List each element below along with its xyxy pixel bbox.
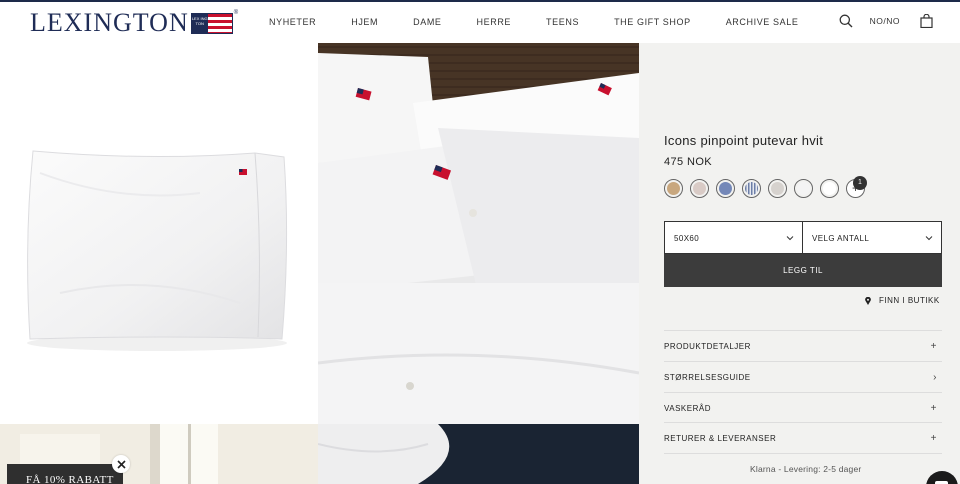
duvet-illustration: [318, 424, 639, 484]
close-icon: [116, 459, 126, 469]
size-select[interactable]: 50X60: [664, 221, 803, 254]
promo-close-button[interactable]: [112, 455, 130, 473]
nav-nyheter[interactable]: NYHETER: [269, 17, 316, 27]
swatch-pink[interactable]: [690, 179, 709, 198]
product-image-bed[interactable]: [318, 43, 639, 424]
logo[interactable]: LEXINGTON LEX ING TON ®: [30, 10, 238, 36]
plus-icon: +: [930, 341, 937, 352]
discount-promo-tab[interactable]: FÅ 10% RABATT: [7, 464, 123, 484]
swatch-striped[interactable]: [742, 179, 761, 198]
product-title: Icons pinpoint putevar hvit: [664, 133, 824, 148]
nav-herre[interactable]: HERRE: [477, 17, 512, 27]
chevron-right-icon: ›: [933, 372, 937, 383]
add-to-cart-button[interactable]: LEGG TIL: [664, 254, 942, 287]
delivery-info: Klarna - Levering: 2-5 dager: [750, 464, 862, 474]
logo-flag-icon: LEX ING TON: [190, 12, 233, 34]
swatch-beige[interactable]: [664, 179, 683, 198]
chevron-down-icon: [786, 236, 794, 241]
nav-dame[interactable]: DAME: [413, 17, 441, 27]
site-header: LEXINGTON LEX ING TON ® NYHETER HJEM DAM…: [0, 2, 960, 43]
quantity-select[interactable]: VELG ANTALL: [802, 221, 942, 254]
accordion-label: PRODUKTDETALJER: [664, 342, 751, 351]
find-in-store-link[interactable]: FINN I BUTIKK: [865, 296, 940, 305]
product-info-panel: Icons pinpoint putevar hvit 475 NOK + 50…: [639, 43, 960, 484]
swatch-light-grey[interactable]: [794, 179, 813, 198]
nav-gift-shop[interactable]: THE GIFT SHOP: [614, 17, 691, 27]
size-select-value: 50X60: [674, 234, 700, 243]
lifestyle-image-bottom-right[interactable]: [318, 424, 639, 484]
search-icon[interactable]: [839, 14, 853, 28]
quantity-select-value: VELG ANTALL: [812, 234, 870, 243]
bag-icon[interactable]: [920, 14, 933, 28]
registered-mark: ®: [233, 10, 239, 16]
nav-hjem[interactable]: HJEM: [351, 17, 378, 27]
logo-flag-text: LEX ING TON: [191, 13, 208, 33]
accordion-care[interactable]: VASKERÅD +: [664, 392, 942, 423]
more-swatches-badge: 1: [853, 176, 867, 190]
logo-flag-stripes: [207, 13, 232, 33]
swatch-white[interactable]: [820, 179, 839, 198]
accordion-product-details[interactable]: PRODUKTDETALJER +: [664, 330, 942, 361]
find-in-store-label: FINN I BUTIKK: [879, 296, 940, 305]
accordion-returns[interactable]: RETURER & LEVERANSER +: [664, 422, 942, 454]
bed-illustration: [318, 43, 639, 424]
chevron-down-icon: [925, 236, 933, 241]
swatch-blue[interactable]: [716, 179, 735, 198]
map-pin-icon: [865, 296, 871, 305]
nav-teens[interactable]: TEENS: [546, 17, 579, 27]
accordion-label: VASKERÅD: [664, 404, 711, 413]
accordion-size-guide[interactable]: STØRRELSESGUIDE ›: [664, 361, 942, 392]
swatch-grey[interactable]: [768, 179, 787, 198]
accordion-label: RETURER & LEVERANSER: [664, 434, 777, 443]
plus-icon: +: [930, 433, 937, 444]
main-nav: NYHETER HJEM DAME HERRE TEENS THE GIFT S…: [269, 17, 798, 27]
accordion-label: STØRRELSESGUIDE: [664, 373, 751, 382]
logo-text: LEXINGTON: [30, 8, 189, 37]
product-price: 475 NOK: [664, 156, 713, 168]
plus-icon: +: [930, 403, 937, 414]
locale-switcher[interactable]: NO/NO: [870, 16, 900, 26]
product-image-pillow[interactable]: [0, 43, 318, 424]
color-swatches: +: [664, 179, 865, 198]
pillow-illustration: [27, 150, 288, 351]
nav-archive-sale[interactable]: ARCHIVE SALE: [726, 17, 799, 27]
header-actions: NO/NO: [839, 14, 933, 28]
